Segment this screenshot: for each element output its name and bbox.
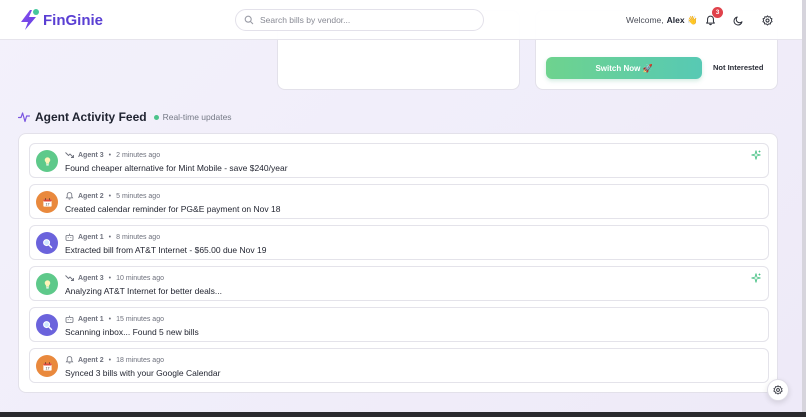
magnifier-icon (42, 238, 52, 248)
feed-item-meta: Agent 2 • 18 minutes ago (65, 356, 164, 364)
timestamp: 18 minutes ago (116, 356, 164, 364)
feed-item-message: Synced 3 bills with your Google Calendar (65, 368, 221, 378)
magnifier-icon (42, 320, 52, 330)
agent-avatar (36, 273, 58, 295)
switch-now-button[interactable]: Switch Now 🚀 (546, 57, 702, 79)
not-interested-button[interactable]: Not Interested (713, 63, 763, 72)
sparkle-icon (751, 150, 761, 160)
bot-icon (65, 233, 74, 241)
activity-icon (18, 112, 30, 123)
welcome-text: Welcome, Alex 👋 (626, 15, 698, 26)
svg-text:17: 17 (45, 202, 49, 206)
gear-icon (773, 385, 783, 395)
agent-name: Agent 2 (78, 192, 104, 200)
timestamp: 10 minutes ago (116, 274, 164, 282)
meta-separator: • (108, 315, 112, 323)
feed-item[interactable]: 17 Agent 2 • 18 minutes ago Synced 3 bil… (29, 348, 769, 383)
feed-item[interactable]: 17 Agent 2 • 5 minutes ago Created calen… (29, 184, 769, 219)
agent-avatar (36, 232, 58, 254)
lightbulb-icon (44, 156, 50, 165)
feed-item-message: Found cheaper alternative for Mint Mobil… (65, 163, 288, 173)
feed-item-meta: Agent 2 • 5 minutes ago (65, 192, 160, 200)
meta-separator: • (108, 192, 112, 200)
lightbulb-icon (44, 279, 50, 288)
feed-item[interactable]: Agent 3 • 10 minutes ago Analyzing AT&T … (29, 266, 769, 301)
feed-item-meta: Agent 1 • 15 minutes ago (65, 315, 164, 323)
moon-icon (733, 16, 742, 25)
agent-avatar: 17 (36, 355, 58, 377)
feed-item-message: Scanning inbox... Found 5 new bills (65, 327, 199, 337)
svg-text:17: 17 (45, 366, 49, 370)
timestamp: 8 minutes ago (116, 233, 161, 241)
feed-item-meta: Agent 3 • 2 minutes ago (65, 151, 160, 159)
meta-separator: • (108, 233, 112, 241)
feed-item-meta: Agent 1 • 8 minutes ago (65, 233, 160, 241)
top-header: FinGinie Welcome,Alex 👋 3 (0, 0, 802, 40)
agent-name: Agent 2 (78, 356, 104, 364)
meta-separator: • (108, 356, 112, 364)
floating-settings-button[interactable] (767, 379, 789, 401)
trending-down-icon (65, 151, 74, 159)
welcome-label: Welcome, (626, 15, 664, 25)
trending-down-icon (65, 274, 74, 282)
agent-name: Agent 3 (78, 274, 104, 282)
feed-item-message: Analyzing AT&T Internet for better deals… (65, 286, 223, 296)
app-name: FinGinie (43, 11, 103, 29)
gear-icon (761, 14, 773, 25)
bell-icon (65, 192, 74, 200)
meta-separator: • (108, 274, 112, 282)
bell-icon (65, 356, 74, 364)
search-icon (244, 15, 254, 25)
timestamp: 15 minutes ago (116, 315, 164, 323)
app-logo[interactable]: FinGinie (18, 8, 103, 32)
feed-item[interactable]: Agent 3 • 2 minutes ago Found cheaper al… (29, 143, 769, 178)
feed-item-meta: Agent 3 • 10 minutes ago (65, 274, 164, 282)
calendar-icon: 17 (42, 361, 52, 371)
search-box[interactable] (235, 9, 484, 31)
lightning-logo-icon (21, 9, 39, 30)
feed-header: Agent Activity Feed Real-time updates (18, 110, 232, 124)
search-input[interactable] (260, 15, 470, 25)
dark-mode-toggle[interactable] (731, 13, 745, 27)
agent-avatar: 17 (36, 191, 58, 213)
agent-name: Agent 1 (78, 315, 104, 323)
settings-button[interactable] (760, 13, 774, 27)
feed-item-message: Created calendar reminder for PG&E payme… (65, 204, 281, 214)
agent-name: Agent 3 (78, 151, 104, 159)
agent-avatar (36, 150, 58, 172)
user-name: Alex 👋 (666, 15, 698, 25)
timestamp: 5 minutes ago (116, 192, 161, 200)
notification-count-badge: 3 (712, 7, 723, 18)
feed-item[interactable]: Agent 1 • 15 minutes ago Scanning inbox.… (29, 307, 769, 342)
agent-name: Agent 1 (78, 233, 104, 241)
window-bottom-edge (0, 412, 806, 417)
feed-title: Agent Activity Feed (35, 110, 147, 124)
calendar-icon: 17 (42, 197, 52, 207)
bot-icon (65, 315, 74, 323)
live-status-dot (153, 114, 159, 120)
timestamp: 2 minutes ago (116, 151, 161, 159)
window-edge (802, 0, 806, 417)
feed-item-message: Extracted bill from AT&T Internet - $65.… (65, 245, 267, 255)
live-status-label: Real-time updates (162, 112, 232, 122)
agent-avatar (36, 314, 58, 336)
sparkle-icon (751, 273, 761, 283)
feed-item[interactable]: Agent 1 • 8 minutes ago Extracted bill f… (29, 225, 769, 260)
meta-separator: • (108, 151, 112, 159)
